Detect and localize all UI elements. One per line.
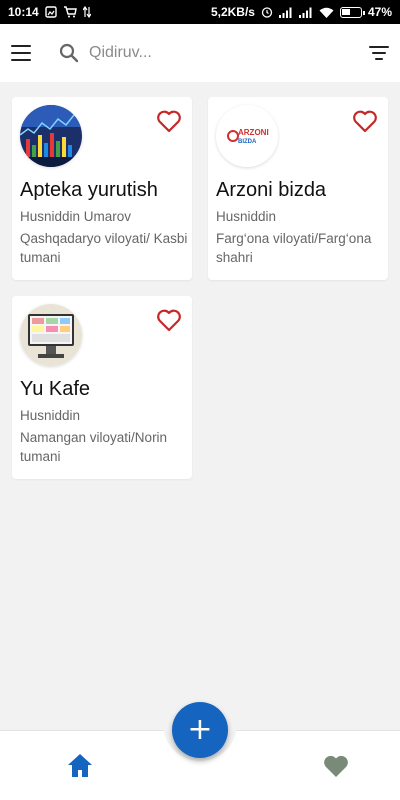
menu-icon[interactable] <box>11 45 31 61</box>
business-region: Farg‘ona viloyati/Farg‘ona shahri <box>216 231 372 265</box>
battery-percentage: 47% <box>367 5 392 19</box>
wifi-icon <box>319 7 334 18</box>
business-avatar <box>20 304 82 366</box>
signal-icon-1 <box>278 7 292 18</box>
filter-icon[interactable] <box>369 46 389 60</box>
network-speed: 5,2KB/s <box>210 5 255 19</box>
business-card-apteka[interactable]: Apteka yurutish Husniddin Umarov Qashqad… <box>12 97 192 280</box>
add-button[interactable]: + <box>172 702 228 758</box>
status-bar: 10:14 5,2KB/s 47% <box>0 0 400 24</box>
search-bar[interactable] <box>59 43 369 63</box>
heart-outline-icon[interactable] <box>156 308 182 332</box>
business-owner: Husniddin <box>216 209 277 224</box>
business-region: Namangan viloyati/Norin tumani <box>20 430 168 464</box>
cart-notification-icon <box>63 6 77 18</box>
heart-outline-icon[interactable] <box>156 109 182 133</box>
business-title: Apteka yurutish <box>20 179 158 201</box>
gallery-notification-icon <box>45 6 57 18</box>
status-time: 10:14 <box>8 5 39 19</box>
search-input[interactable] <box>89 44 309 62</box>
business-card-yu-kafe[interactable]: Yu Kafe Husniddin Namangan viloyati/Nori… <box>12 296 192 479</box>
favorites-heart-icon[interactable] <box>322 753 350 779</box>
business-logo: ARZONI BIZDA <box>216 105 278 167</box>
home-icon[interactable] <box>66 751 94 779</box>
signal-icon-2 <box>298 7 312 18</box>
bottom-navigation: + <box>0 701 400 800</box>
business-title: Yu Kafe <box>20 378 91 400</box>
battery-icon <box>339 6 365 18</box>
business-title: Arzoni bizda <box>216 179 327 201</box>
business-owner: Husniddin Umarov <box>20 209 132 224</box>
business-avatar <box>20 105 82 167</box>
logo-text: ARZONI <box>238 128 269 137</box>
heart-outline-icon[interactable] <box>352 109 378 133</box>
svg-text:BIZDA: BIZDA <box>238 139 257 145</box>
business-owner: Husniddin <box>20 408 81 423</box>
top-app-bar <box>0 24 400 82</box>
search-icon <box>59 43 79 63</box>
alarm-icon <box>261 7 273 18</box>
business-region: Qashqadaryo viloyati/ Kasbi tumani <box>20 231 188 265</box>
business-card-arzoni[interactable]: ARZONI BIZDA Arzoni bizda Husniddin Farg… <box>208 97 388 280</box>
data-transfer-icon <box>82 6 91 18</box>
